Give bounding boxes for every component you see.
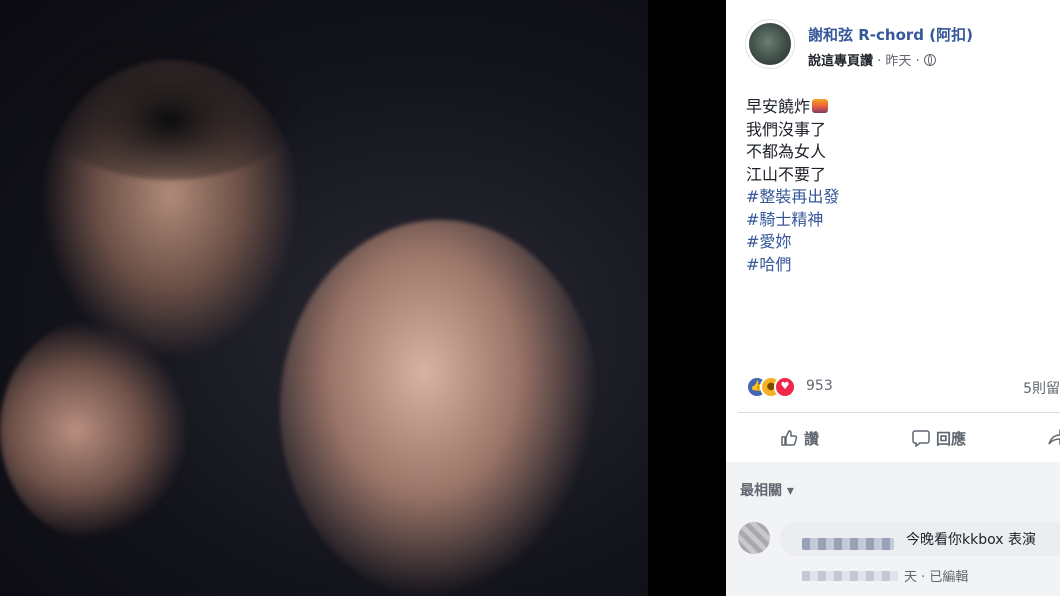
hashtag-link[interactable]: #愛妳 [746,231,839,254]
comment-sort-dropdown[interactable]: 最相關 ▾ [740,480,794,500]
photo-viewer-gap [648,0,726,596]
sunrise-emoji-icon [812,99,829,113]
page-name-link[interactable]: 謝和弦 R-chord (阿扣) [808,24,973,45]
photo-figure-right [280,220,600,596]
comment-button[interactable]: 回應 [912,428,966,449]
globe-icon [923,54,936,66]
commenter-avatar[interactable] [738,522,770,554]
love-reaction-icon: ♥ [774,376,796,398]
comments-section: 最相關 ▾ 今晚看你kkbox 表演 天 · 已編輯 [726,462,1060,596]
commenter-name-redacted[interactable] [802,538,894,550]
photo-hair-left [40,30,300,180]
like-page-link[interactable]: 說這專頁讚 [808,54,873,69]
post-photo[interactable] [0,0,648,596]
page-avatar[interactable] [746,20,794,68]
comment-text: 今晚看你kkbox 表演 [906,532,1036,548]
post-header: 謝和弦 R-chord (阿扣) 說這專頁讚 · 昨天 · [746,20,1060,70]
post-sidebar: 謝和弦 R-chord (阿扣) 說這專頁讚 · 昨天 · 早安饒炸 我們沒事了… [726,0,1060,596]
comment-time-edited: 天 · 已編輯 [904,570,969,585]
reaction-count: 953 [806,378,833,394]
post-line: 不都為女人 [746,142,827,161]
thumbs-up-icon [781,430,798,446]
post-line: 早安饒炸 [746,96,839,119]
divider [738,412,1060,413]
comment-meta: 天 · 已編輯 [802,566,968,585]
comment-actions-redacted[interactable] [802,571,898,581]
meta-separator: · [911,54,924,69]
comment-button-label: 回應 [936,430,967,448]
hashtag-link[interactable]: #哈們 [746,254,839,277]
like-button-label: 讚 [804,430,820,448]
post-meta: 說這專頁讚 · 昨天 · [808,50,936,69]
share-icon [1048,428,1060,446]
comments-count-link[interactable]: 5則留 [1023,378,1060,398]
post-timestamp[interactable]: 昨天 [885,54,911,69]
comment-icon [912,430,930,447]
comment-bubble: 今晚看你kkbox 表演 [780,522,1060,556]
meta-separator: · [873,54,886,69]
post-line: 江山不要了 [746,164,827,184]
hashtag-link[interactable]: #整裝再出發 [746,186,839,209]
post-line: 我們沒事了 [746,119,827,139]
post-actions: 讚 回應 [726,420,1060,460]
caret-down-icon: ▾ [786,483,794,499]
hashtag-link[interactable]: #騎士精神 [746,209,839,232]
post-text: 早安饒炸 我們沒事了 不都為女人 江山不要了 #整裝再出發 #騎士精神 #愛妳 … [746,96,839,276]
photo-hand-left [0,320,190,540]
share-button[interactable] [1048,428,1060,447]
like-button[interactable]: 讚 [780,428,819,449]
